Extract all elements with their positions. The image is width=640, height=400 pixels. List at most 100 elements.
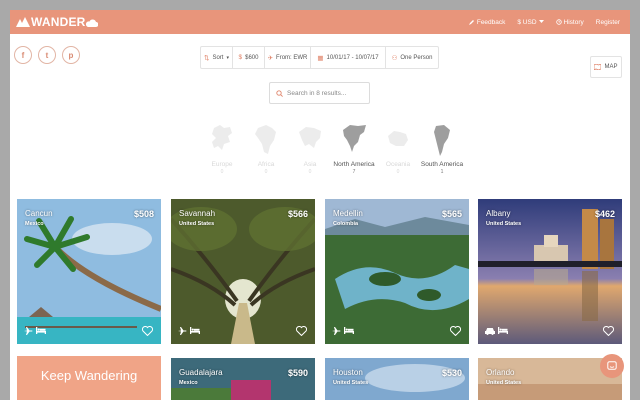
city-name: Houston (333, 368, 363, 377)
continent-name: Africa (257, 161, 275, 168)
continent-count: 7 (352, 169, 356, 175)
budget-value: $600 (245, 54, 259, 61)
keep-wandering-label: Keep Wandering (40, 368, 138, 383)
app-frame: WANDER Feedback $ USD History Register f… (10, 10, 630, 400)
history-link[interactable]: History (555, 18, 584, 26)
chat-button[interactable] (600, 354, 624, 378)
destination-card-guadalajara[interactable]: Guadalajara Mexico $590 (171, 358, 315, 400)
travel-icons (332, 327, 354, 335)
city-name: Cancun (25, 209, 53, 218)
currency-dropdown[interactable]: $ USD (517, 18, 544, 26)
pencil-icon (468, 20, 474, 25)
top-nav: Feedback $ USD History Register (468, 10, 620, 34)
caret-down-icon: ▾ (226, 54, 229, 61)
feedback-link[interactable]: Feedback (468, 18, 506, 26)
caret-down-icon (538, 20, 544, 23)
continent-count: 1 (440, 169, 444, 175)
plane-icon: ✈ (267, 54, 274, 62)
travel-icons (178, 327, 200, 335)
continent-oceania[interactable]: Oceania 0 (376, 122, 420, 190)
continent-name: South America (420, 161, 464, 168)
continent-count: 0 (220, 169, 224, 175)
history-icon (555, 19, 562, 25)
continent-name: Asia (303, 161, 317, 168)
budget-filter[interactable]: $ $600 (233, 47, 265, 68)
continent-selector: Europe 0 Africa 0 Asia 0 North America 7 (200, 122, 463, 190)
search-box[interactable] (269, 82, 370, 104)
continent-asia[interactable]: Asia 0 (288, 122, 332, 190)
price-label: $462 (594, 209, 615, 219)
destination-card-savannah[interactable]: Savannah United States $566 (171, 199, 315, 344)
destination-card-medellin[interactable]: Medellin Colombia $565 (325, 199, 469, 344)
country-name: United States (333, 380, 369, 386)
pinterest-icon[interactable]: p (62, 46, 80, 64)
north-america-map-icon (343, 125, 366, 152)
country-name: Mexico (25, 221, 44, 227)
destination-card-cancun[interactable]: Cancun Mexico $508 (17, 199, 161, 344)
twitter-icon[interactable]: t (38, 46, 56, 64)
price-label: $508 (133, 209, 154, 219)
destination-photo (171, 358, 315, 400)
country-name: Mexico (179, 380, 198, 386)
heart-icon[interactable] (296, 326, 307, 336)
top-bar: WANDER Feedback $ USD History Register (10, 10, 630, 34)
logo[interactable]: WANDER (16, 14, 99, 30)
logo-mountain-icon (16, 17, 30, 27)
bed-icon (190, 327, 200, 334)
sort-label: Sort (212, 54, 224, 61)
city-name: Guadalajara (179, 368, 223, 377)
continent-south-america[interactable]: South America 1 (420, 122, 464, 190)
continent-name: Oceania (385, 161, 411, 168)
destination-card-houston[interactable]: Houston United States $530 (325, 358, 469, 400)
heart-icon[interactable] (450, 326, 461, 336)
keep-wandering-button[interactable]: Keep Wandering (17, 356, 161, 400)
country-name: United States (486, 380, 522, 386)
continent-europe[interactable]: Europe 0 (200, 122, 244, 190)
continent-north-america[interactable]: North America 7 (332, 122, 376, 190)
city-name: Albany (486, 209, 511, 218)
city-name: Medellin (333, 209, 363, 218)
heart-icon[interactable] (603, 326, 614, 336)
currency-label: $ USD (517, 18, 537, 26)
search-icon (276, 89, 283, 97)
date-range-filter[interactable]: ▦ 10/01/17 - 10/07/17 (311, 47, 386, 68)
heart-icon[interactable] (142, 326, 153, 336)
plane-icon (332, 327, 341, 335)
continent-count: 0 (264, 169, 268, 175)
facebook-icon[interactable]: f (14, 46, 32, 64)
city-name: Savannah (179, 209, 216, 218)
travel-icons (485, 327, 508, 335)
country-name: Colombia (333, 221, 359, 227)
map-button[interactable]: MAP (590, 56, 622, 78)
continent-africa[interactable]: Africa 0 (244, 122, 288, 190)
register-label: Register (595, 18, 620, 26)
filter-bar: ⇅ Sort ▾ $ $600 ✈ From: EWR ▦ 10/01/17 -… (200, 46, 439, 69)
destination-card-albany[interactable]: Albany United States $462 (478, 199, 622, 344)
sort-dropdown[interactable]: ⇅ Sort ▾ (201, 47, 233, 68)
city-name: Orlando (486, 368, 515, 377)
social-share: f t p (14, 46, 80, 64)
continent-name: Europe (211, 161, 233, 168)
origin-value: From: EWR (276, 54, 308, 61)
date-range-value: 10/01/17 - 10/07/17 (326, 54, 379, 61)
price-label: $590 (287, 368, 308, 378)
price-label: $565 (441, 209, 462, 219)
travelers-filter[interactable]: ⚇ One Person (386, 47, 438, 68)
people-icon: ⚇ (391, 54, 398, 62)
africa-map-icon (255, 125, 276, 154)
register-link[interactable]: Register (596, 19, 620, 26)
search-input[interactable] (287, 89, 367, 97)
car-icon (485, 328, 495, 335)
travelers-value: One Person (400, 54, 433, 61)
feedback-label: Feedback (476, 18, 506, 26)
bed-icon (36, 327, 46, 334)
history-label: History (563, 18, 584, 26)
sort-icon: ⇅ (204, 54, 210, 62)
bed-icon (344, 327, 354, 334)
country-name: United States (486, 221, 522, 227)
europe-map-icon (212, 125, 232, 150)
continent-name: North America (333, 161, 375, 168)
map-label: MAP (604, 64, 618, 70)
origin-filter[interactable]: ✈ From: EWR (265, 47, 311, 68)
south-america-map-icon (434, 125, 450, 156)
